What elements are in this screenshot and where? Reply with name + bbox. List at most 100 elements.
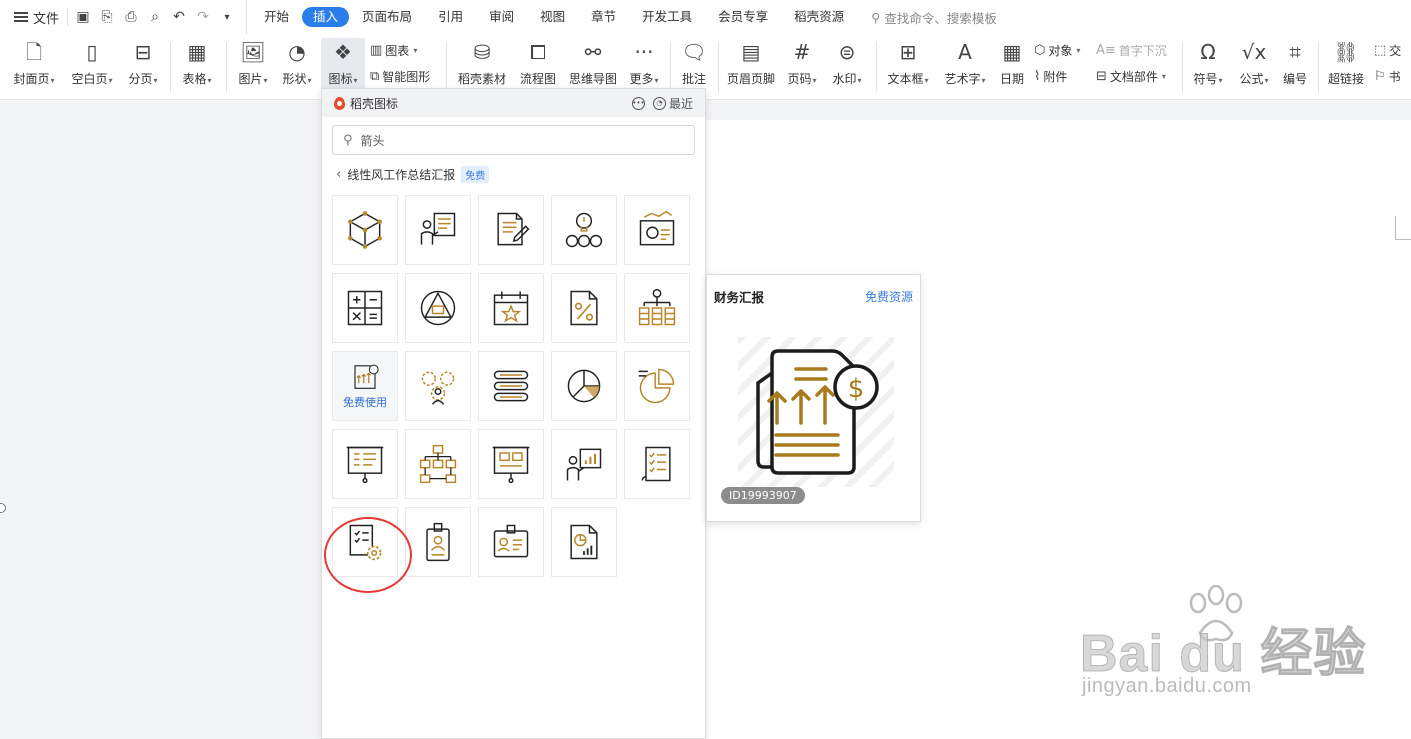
free-use-label[interactable]: 免费使用 — [343, 394, 387, 410]
customize-chevron-icon[interactable]: ▾ — [218, 12, 236, 23]
icon-cell-projector-list[interactable] — [332, 429, 398, 499]
smartart-button[interactable]: ⧉ 智能图形 — [370, 68, 430, 85]
icon-button[interactable]: ❖ 图标▾ — [321, 38, 365, 92]
free-resource-link[interactable]: 免费资源 — [865, 288, 913, 305]
icon-cell-pie-exploded[interactable] — [624, 351, 690, 421]
search-icon: ⚲ — [343, 132, 353, 148]
dropcap-button[interactable]: A≡ 首字下沉 — [1096, 42, 1167, 59]
ribbon-divider — [670, 42, 671, 92]
cover-page-button[interactable]: 🗋 封面页▾ — [8, 38, 60, 92]
tab-view[interactable]: 视图 — [527, 7, 578, 27]
tab-page-layout[interactable]: 页面布局 — [349, 7, 425, 27]
page-number-label: 页码 — [787, 72, 812, 86]
undo-icon[interactable]: ↶ — [170, 9, 188, 25]
panel-title: 稻壳图标 — [350, 96, 399, 111]
icon-cell-document-pen[interactable] — [478, 195, 544, 265]
formula-button[interactable]: √x 公式▾ — [1234, 38, 1274, 92]
numbering-button[interactable]: ⌗ 编号 — [1278, 38, 1312, 92]
chart-button[interactable]: ▥ 图表 ▾ — [370, 42, 417, 59]
symbol-button[interactable]: Ω 符号▾ — [1188, 38, 1228, 92]
tab-review[interactable]: 审阅 — [476, 7, 527, 27]
icon-cell-id-badge[interactable] — [405, 507, 471, 577]
more-button[interactable]: ··· 更多▾ — [624, 38, 664, 92]
docer-material-button[interactable]: ⛁ 稻壳素材 — [454, 38, 510, 92]
ribbon-divider — [170, 42, 171, 92]
icon-cell-calculator[interactable] — [332, 273, 398, 343]
feedback-icon[interactable]: ••• — [631, 96, 645, 110]
header-footer-button[interactable]: ▤ 页眉页脚 — [724, 38, 778, 92]
icon-cell-presenter-board[interactable] — [405, 195, 471, 265]
table-icon: ▦ — [187, 40, 207, 64]
attachment-button[interactable]: ⌇ 附件 — [1034, 68, 1067, 85]
icon-search-input[interactable] — [360, 133, 661, 147]
formula-icon: √x — [1241, 40, 1267, 64]
icon-search-box[interactable]: ⚲ — [332, 125, 695, 155]
icon-cell-calendar-star[interactable] — [478, 273, 544, 343]
object-button[interactable]: ⬡ 对象 ▾ — [1034, 42, 1080, 59]
shape-button[interactable]: ◔ 形状▾ — [276, 38, 318, 92]
blank-page-label: 空白页 — [71, 72, 108, 86]
redo-icon[interactable]: ↷ — [194, 9, 212, 25]
icon-cell-projector-grid[interactable] — [478, 429, 544, 499]
tab-developer[interactable]: 开发工具 — [629, 7, 705, 27]
icon-cell-checklist[interactable] — [624, 429, 690, 499]
bookmark-button[interactable]: ⚐ 书 — [1374, 68, 1401, 85]
comment-button[interactable]: 🗨 批注 — [676, 38, 712, 92]
icon-cell-idea-team[interactable] — [551, 195, 617, 265]
tab-home[interactable]: 开始 — [251, 7, 302, 27]
date-button[interactable]: ▦ 日期 — [996, 38, 1028, 92]
icon-cell-presenter-chart[interactable] — [551, 429, 617, 499]
object-label: 对象 — [1048, 44, 1073, 58]
tab-section[interactable]: 章节 — [578, 7, 629, 27]
ribbon-divider — [446, 42, 447, 92]
export-pdf-icon[interactable]: ⎘ — [98, 9, 116, 25]
recent-button[interactable]: ◔ 最近 — [652, 95, 693, 112]
icon-cell-org-chart[interactable] — [405, 429, 471, 499]
icon-cell-percent-doc[interactable] — [551, 273, 617, 343]
doc-parts-button[interactable]: ⊟ 文档部件 ▾ — [1096, 68, 1166, 85]
chevron-left-icon[interactable]: ‹ — [336, 167, 341, 182]
table-label: 表格 — [182, 72, 207, 86]
print-icon[interactable]: ⎙ — [122, 9, 140, 25]
ruler-handle[interactable] — [0, 503, 6, 513]
icon-cell-gear-team[interactable] — [405, 351, 471, 421]
print-preview-icon[interactable]: ⌕ — [146, 9, 164, 25]
tab-references[interactable]: 引用 — [425, 7, 476, 27]
breadcrumb[interactable]: ‹ 线性风工作总结汇报 免费 — [336, 166, 490, 183]
save-icon[interactable]: ▣ — [74, 9, 92, 25]
icon-library-icon: ❖ — [334, 40, 352, 64]
icon-cell-book-stack[interactable] — [478, 351, 544, 421]
mindmap-button[interactable]: ⚯ 思维导图 — [566, 38, 620, 92]
omega-icon: Ω — [1200, 40, 1216, 64]
table-button[interactable]: ▦ 表格▾ — [176, 38, 218, 92]
bar-chart-icon: ▥ — [370, 43, 383, 58]
textbox-button[interactable]: ⊞ 文本框▾ — [882, 38, 934, 92]
hyperlink-button[interactable]: ⛓ 超链接 — [1324, 38, 1368, 92]
icon-cell-analytics-map[interactable] — [624, 195, 690, 265]
icon-cell-pie-report[interactable] — [551, 507, 617, 577]
more-dots-icon: ··· — [634, 40, 654, 64]
cross-reference-button[interactable]: ⬚ 交 — [1374, 42, 1401, 59]
wordart-button[interactable]: A 艺术字▾ — [940, 38, 990, 92]
checklist-gear-icon — [349, 524, 382, 561]
bookmark-icon: ⚐ — [1374, 69, 1386, 84]
icon-cell-coin-stacks[interactable] — [624, 273, 690, 343]
icon-cell-network-cube[interactable] — [332, 195, 398, 265]
icon-cell-checklist-gear[interactable] — [332, 507, 398, 577]
icon-cell-id-card[interactable] — [478, 507, 544, 577]
icon-cell-finance-report-hover[interactable]: 免费使用 — [332, 351, 398, 421]
tab-insert[interactable]: 插入 — [302, 7, 350, 27]
watermark-button[interactable]: ⊜ 水印▾ — [826, 38, 868, 92]
flowchart-button[interactable]: ⧠ 流程图 — [516, 38, 560, 92]
tab-docer-resources[interactable]: 稻壳资源 — [781, 7, 857, 27]
blank-page-button[interactable]: ▯ 空白页▾ — [66, 38, 118, 92]
icon-cell-triangle-compass[interactable] — [405, 273, 471, 343]
page-break-button[interactable]: ⊟ 分页▾ — [122, 38, 164, 92]
free-badge: 免费 — [461, 166, 490, 183]
icon-cell-pie-chart[interactable] — [551, 351, 617, 421]
picture-button[interactable]: 🖼 图片▾ — [232, 38, 274, 92]
command-search[interactable]: ⚲ 查找命令、搜索模板 — [857, 8, 997, 27]
tab-member[interactable]: 会员专享 — [705, 7, 781, 27]
file-menu[interactable]: 文件 — [0, 0, 67, 34]
page-number-button[interactable]: # 页码▾ — [782, 38, 822, 92]
